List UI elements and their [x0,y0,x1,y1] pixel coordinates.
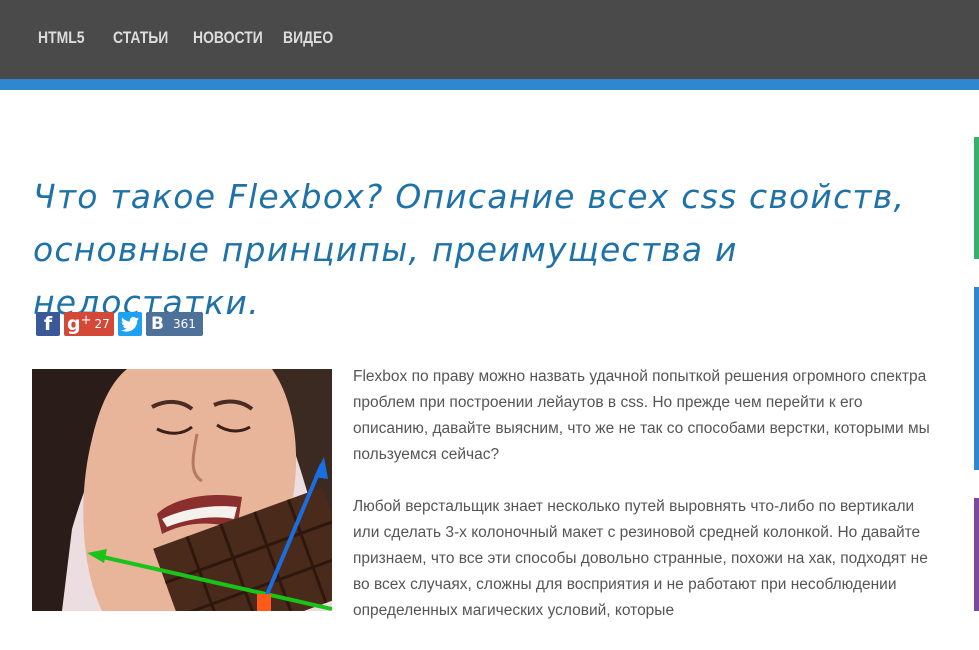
side-accent-blue [974,287,979,470]
nav-item-news[interactable]: НОВОСТИ [193,28,267,48]
facebook-share-button[interactable]: f [36,312,60,336]
main-nav: HTML5 СТАТЬИ НОВОСТИ ВИДЕО [38,28,353,48]
article-paragraph: Любой верстальщик знает несколько путей … [353,498,928,619]
side-accent-green [974,137,979,259]
side-accent-purple [974,498,979,611]
nav-item-articles[interactable]: СТАТЬИ [113,28,179,48]
vk-count: 361 [172,317,196,331]
twitter-bird-icon [121,316,139,332]
googleplus-count: 27 [94,317,110,331]
nav-item-html5[interactable]: HTML5 [38,28,100,48]
header-bar: HTML5 СТАТЬИ НОВОСТИ ВИДЕО [0,0,979,79]
googleplus-plus-sign: + [80,312,92,328]
twitter-share-button[interactable] [118,312,142,336]
googleplus-icon: g [67,313,81,335]
googleplus-share-button[interactable]: g +27 [64,312,114,336]
nav-item-video[interactable]: ВИДЕО [283,28,340,48]
article-body: Flexbox по праву можно назвать удачной п… [353,364,933,650]
article-hero-image [32,369,332,611]
header-accent-stripe [0,79,979,90]
hero-illustration [32,369,332,611]
article-title: Что такое Flexbox? Описание всех css сво… [33,177,906,322]
vk-icon: B [151,314,164,334]
article-paragraph: Flexbox по праву можно назвать удачной п… [353,368,930,463]
vk-share-button[interactable]: B 361 [146,312,203,336]
facebook-icon: f [43,313,53,335]
share-buttons: f g +27 B 361 [36,312,203,336]
